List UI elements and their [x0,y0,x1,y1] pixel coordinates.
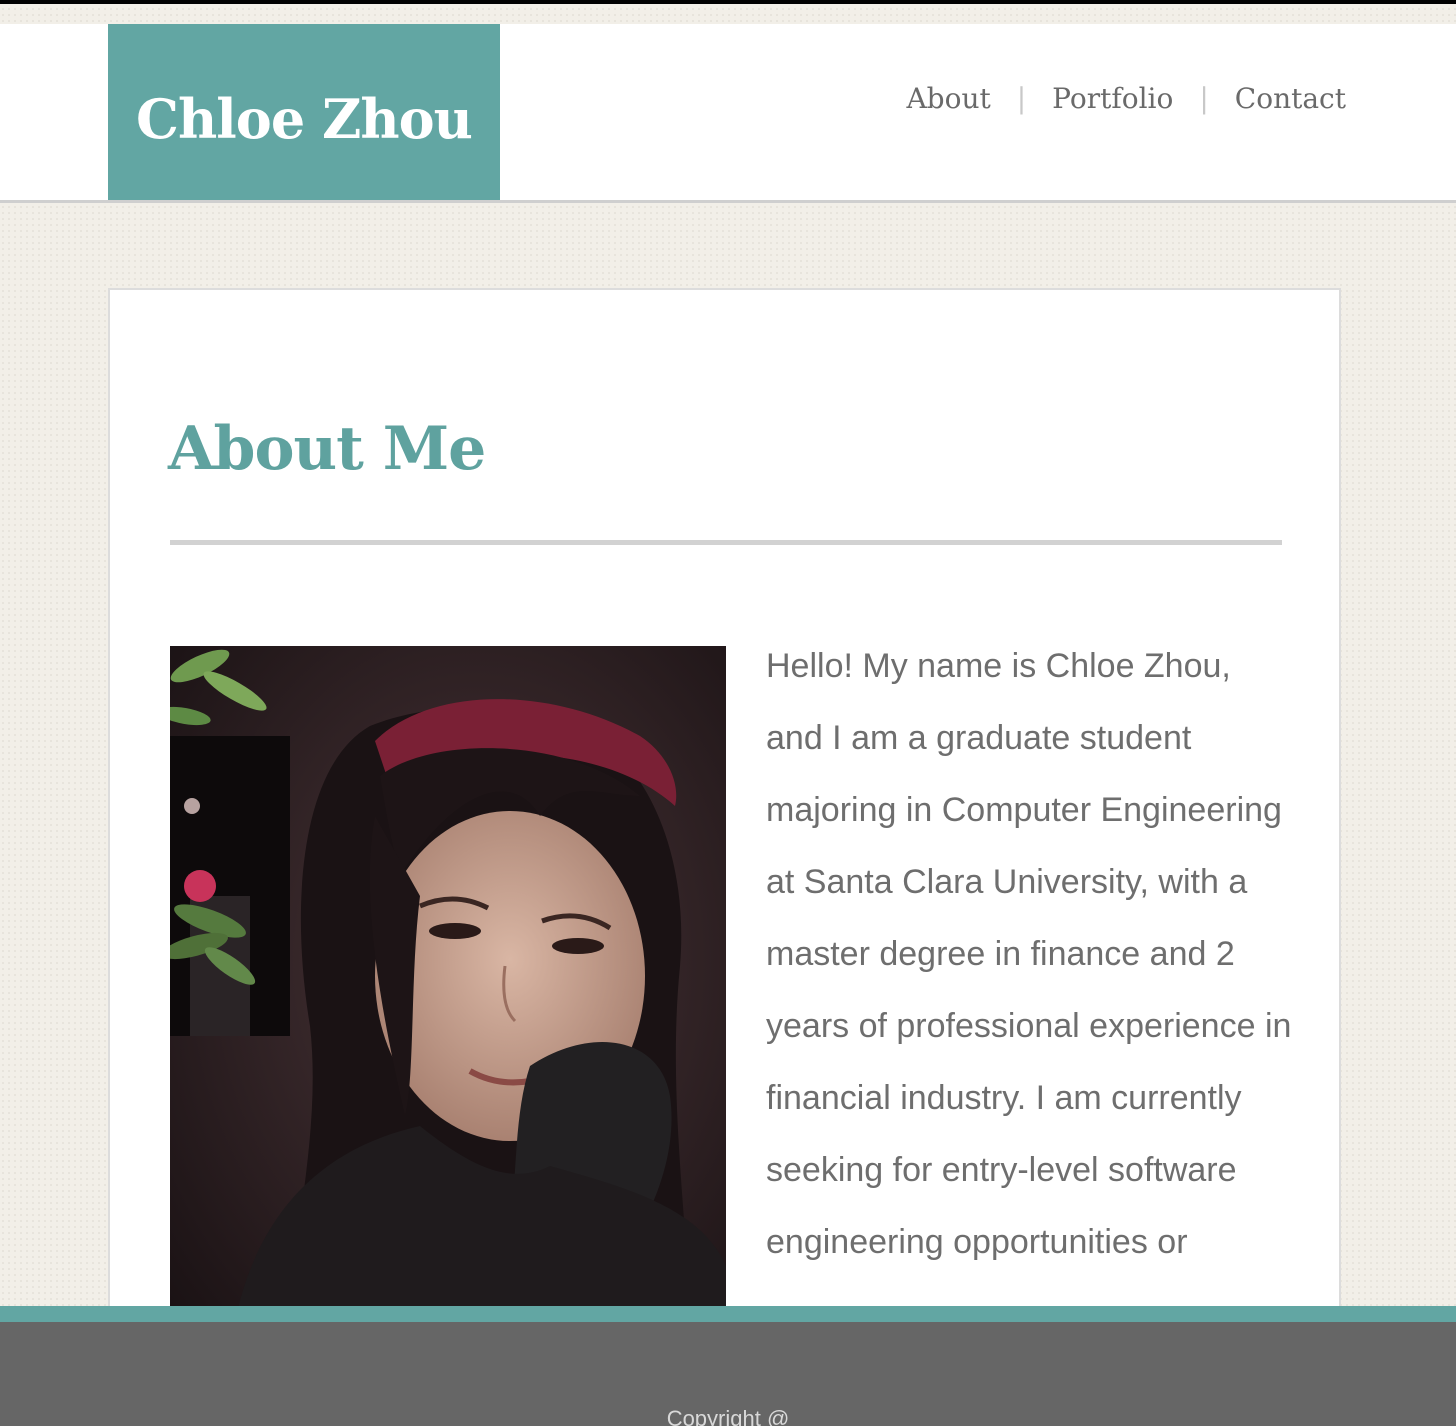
bio-text: Hello! My name is Chloe Zhou, and I am a… [766,647,1292,1261]
window-top-edge [0,0,1456,4]
about-card: About Me Hello! My name is Chloe Zhou, a… [108,288,1341,1350]
copyright-text: Copyright @ [666,1406,790,1426]
site-logo[interactable]: Chloe Zhou [108,24,500,200]
main-nav: About | Portfolio | Contact [906,82,1346,115]
profile-photo-image [170,646,726,1350]
nav-separator: | [1016,82,1027,115]
nav-link-portfolio[interactable]: Portfolio [1052,82,1173,115]
nav-separator: | [1199,82,1209,115]
site-title[interactable]: Chloe Zhou [136,87,473,151]
site-footer: Copyright @ [0,1306,1456,1426]
profile-photo [170,646,726,1350]
nav-link-about[interactable]: About [906,82,990,115]
site-header: Chloe Zhou About | Portfolio | Contact [0,24,1456,203]
page-title: About Me [168,414,486,484]
heading-divider [170,540,1282,545]
nav-link-contact[interactable]: Contact [1235,82,1346,115]
